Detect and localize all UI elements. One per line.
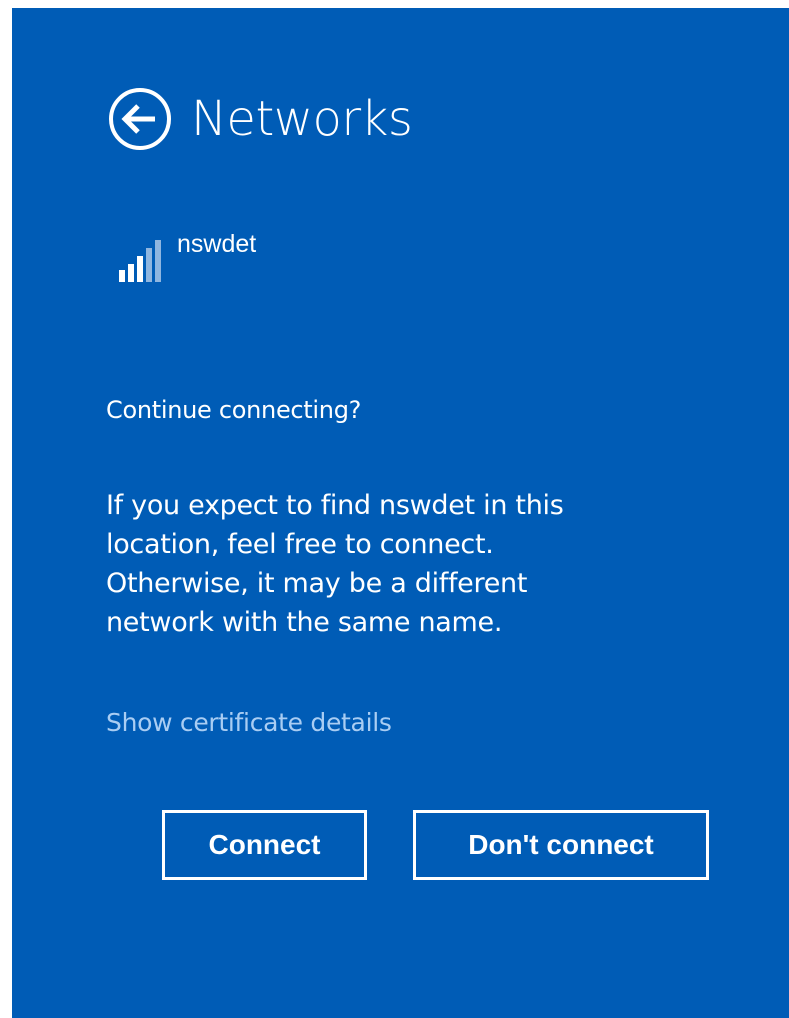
page-title: Networks: [191, 91, 413, 147]
message-line: Otherwise, it may be a different: [106, 568, 528, 599]
message-line: If you expect to find nswdet in this: [106, 490, 564, 521]
back-arrow-circle-icon: [109, 88, 171, 150]
dont-connect-button[interactable]: Don't connect: [413, 810, 709, 880]
back-button[interactable]: [107, 86, 173, 152]
message-line: network with the same name.: [106, 607, 503, 638]
warning-message: If you expect to find nswdet in this loc…: [106, 486, 706, 642]
network-item[interactable]: nswdet: [117, 224, 256, 288]
signal-bar-4: [146, 248, 152, 282]
continue-prompt: Continue connecting?: [106, 396, 362, 424]
signal-bar-1: [119, 270, 125, 282]
show-certificate-details-link[interactable]: Show certificate details: [106, 708, 392, 737]
header: Networks: [107, 84, 413, 154]
connect-button[interactable]: Connect: [162, 810, 367, 880]
signal-bar-2: [128, 264, 134, 282]
network-flyout: Networks nswdet Continue connecting? If …: [12, 8, 789, 1018]
message-line: location, feel free to connect.: [106, 529, 494, 560]
signal-bar-3: [137, 256, 143, 282]
wifi-signal-icon: [119, 240, 161, 282]
signal-bar-5: [155, 240, 161, 282]
network-name: nswdet: [177, 230, 257, 258]
